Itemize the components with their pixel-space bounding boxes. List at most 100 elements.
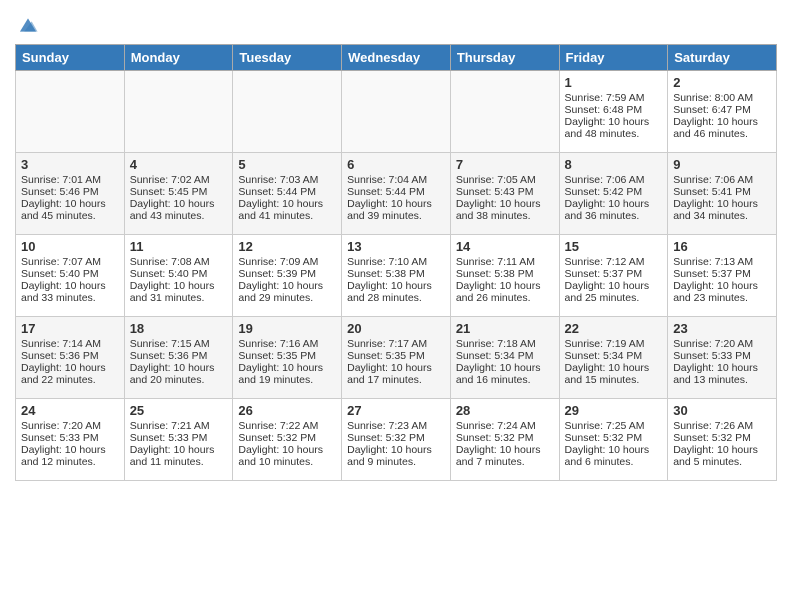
cell-content: and 10 minutes. <box>238 456 336 468</box>
cell-content: Sunrise: 7:12 AM <box>565 256 663 268</box>
calendar-cell: 15Sunrise: 7:12 AMSunset: 5:37 PMDayligh… <box>559 235 668 317</box>
cell-content: and 17 minutes. <box>347 374 445 386</box>
calendar-cell: 7Sunrise: 7:05 AMSunset: 5:43 PMDaylight… <box>450 153 559 235</box>
cell-content: Sunset: 5:37 PM <box>673 268 771 280</box>
cell-content: Sunset: 5:33 PM <box>673 350 771 362</box>
calendar-cell: 10Sunrise: 7:07 AMSunset: 5:40 PMDayligh… <box>16 235 125 317</box>
calendar-cell <box>16 71 125 153</box>
cell-content: Sunrise: 7:10 AM <box>347 256 445 268</box>
week-row-4: 24Sunrise: 7:20 AMSunset: 5:33 PMDayligh… <box>16 399 777 481</box>
day-number: 4 <box>130 157 228 172</box>
cell-content: Sunset: 5:42 PM <box>565 186 663 198</box>
week-row-2: 10Sunrise: 7:07 AMSunset: 5:40 PMDayligh… <box>16 235 777 317</box>
weekday-header-wednesday: Wednesday <box>342 45 451 71</box>
calendar-cell: 9Sunrise: 7:06 AMSunset: 5:41 PMDaylight… <box>668 153 777 235</box>
calendar-cell: 28Sunrise: 7:24 AMSunset: 5:32 PMDayligh… <box>450 399 559 481</box>
day-number: 21 <box>456 321 554 336</box>
weekday-header-tuesday: Tuesday <box>233 45 342 71</box>
cell-content: Sunset: 5:39 PM <box>238 268 336 280</box>
week-row-0: 1Sunrise: 7:59 AMSunset: 6:48 PMDaylight… <box>16 71 777 153</box>
cell-content: Sunrise: 7:25 AM <box>565 420 663 432</box>
cell-content: Daylight: 10 hours <box>238 198 336 210</box>
cell-content: Sunset: 5:32 PM <box>565 432 663 444</box>
day-number: 13 <box>347 239 445 254</box>
cell-content: Sunset: 5:32 PM <box>456 432 554 444</box>
logo <box>15 14 39 36</box>
day-number: 11 <box>130 239 228 254</box>
cell-content: Sunrise: 7:23 AM <box>347 420 445 432</box>
cell-content: Sunset: 6:47 PM <box>673 104 771 116</box>
cell-content: Daylight: 10 hours <box>565 362 663 374</box>
calendar-cell <box>450 71 559 153</box>
calendar-cell: 16Sunrise: 7:13 AMSunset: 5:37 PMDayligh… <box>668 235 777 317</box>
calendar-cell: 5Sunrise: 7:03 AMSunset: 5:44 PMDaylight… <box>233 153 342 235</box>
cell-content: Sunset: 5:38 PM <box>456 268 554 280</box>
day-number: 7 <box>456 157 554 172</box>
cell-content: Sunset: 5:44 PM <box>347 186 445 198</box>
calendar-cell: 22Sunrise: 7:19 AMSunset: 5:34 PMDayligh… <box>559 317 668 399</box>
cell-content: Sunset: 5:35 PM <box>238 350 336 362</box>
cell-content: Sunset: 5:34 PM <box>456 350 554 362</box>
cell-content: Sunset: 5:33 PM <box>130 432 228 444</box>
cell-content: Sunset: 5:37 PM <box>565 268 663 280</box>
cell-content: Sunrise: 7:21 AM <box>130 420 228 432</box>
calendar-cell: 6Sunrise: 7:04 AMSunset: 5:44 PMDaylight… <box>342 153 451 235</box>
calendar-cell: 4Sunrise: 7:02 AMSunset: 5:45 PMDaylight… <box>124 153 233 235</box>
cell-content: Sunrise: 7:01 AM <box>21 174 119 186</box>
cell-content: and 39 minutes. <box>347 210 445 222</box>
weekday-header-monday: Monday <box>124 45 233 71</box>
cell-content: Daylight: 10 hours <box>130 280 228 292</box>
calendar-cell: 8Sunrise: 7:06 AMSunset: 5:42 PMDaylight… <box>559 153 668 235</box>
calendar-cell <box>233 71 342 153</box>
cell-content: and 11 minutes. <box>130 456 228 468</box>
day-number: 24 <box>21 403 119 418</box>
cell-content: Daylight: 10 hours <box>456 444 554 456</box>
cell-content: Daylight: 10 hours <box>673 198 771 210</box>
cell-content: and 7 minutes. <box>456 456 554 468</box>
cell-content: Daylight: 10 hours <box>130 362 228 374</box>
weekday-header-saturday: Saturday <box>668 45 777 71</box>
cell-content: Sunset: 5:32 PM <box>238 432 336 444</box>
calendar-table: SundayMondayTuesdayWednesdayThursdayFrid… <box>15 44 777 481</box>
cell-content: and 5 minutes. <box>673 456 771 468</box>
cell-content: and 33 minutes. <box>21 292 119 304</box>
cell-content: Sunrise: 7:04 AM <box>347 174 445 186</box>
day-number: 2 <box>673 75 771 90</box>
weekday-header-row: SundayMondayTuesdayWednesdayThursdayFrid… <box>16 45 777 71</box>
header <box>15 10 777 36</box>
day-number: 26 <box>238 403 336 418</box>
day-number: 18 <box>130 321 228 336</box>
cell-content: Daylight: 10 hours <box>21 362 119 374</box>
calendar-cell: 12Sunrise: 7:09 AMSunset: 5:39 PMDayligh… <box>233 235 342 317</box>
day-number: 17 <box>21 321 119 336</box>
cell-content: and 12 minutes. <box>21 456 119 468</box>
day-number: 9 <box>673 157 771 172</box>
cell-content: Daylight: 10 hours <box>673 444 771 456</box>
weekday-header-sunday: Sunday <box>16 45 125 71</box>
cell-content: and 38 minutes. <box>456 210 554 222</box>
cell-content: Sunrise: 7:26 AM <box>673 420 771 432</box>
calendar-cell: 20Sunrise: 7:17 AMSunset: 5:35 PMDayligh… <box>342 317 451 399</box>
calendar-cell: 13Sunrise: 7:10 AMSunset: 5:38 PMDayligh… <box>342 235 451 317</box>
cell-content: Daylight: 10 hours <box>130 444 228 456</box>
cell-content: Sunset: 5:32 PM <box>673 432 771 444</box>
cell-content: Daylight: 10 hours <box>238 280 336 292</box>
cell-content: Sunset: 5:46 PM <box>21 186 119 198</box>
cell-content: and 45 minutes. <box>21 210 119 222</box>
calendar-cell: 3Sunrise: 7:01 AMSunset: 5:46 PMDaylight… <box>16 153 125 235</box>
cell-content: and 34 minutes. <box>673 210 771 222</box>
cell-content: Sunrise: 7:09 AM <box>238 256 336 268</box>
page-container: SundayMondayTuesdayWednesdayThursdayFrid… <box>0 0 792 491</box>
cell-content: Daylight: 10 hours <box>347 444 445 456</box>
day-number: 1 <box>565 75 663 90</box>
cell-content: Daylight: 10 hours <box>347 362 445 374</box>
day-number: 20 <box>347 321 445 336</box>
cell-content: Sunrise: 8:00 AM <box>673 92 771 104</box>
cell-content: Sunrise: 7:16 AM <box>238 338 336 350</box>
cell-content: Sunset: 6:48 PM <box>565 104 663 116</box>
day-number: 14 <box>456 239 554 254</box>
cell-content: Sunset: 5:45 PM <box>130 186 228 198</box>
day-number: 30 <box>673 403 771 418</box>
cell-content: Daylight: 10 hours <box>565 280 663 292</box>
cell-content: Daylight: 10 hours <box>456 362 554 374</box>
